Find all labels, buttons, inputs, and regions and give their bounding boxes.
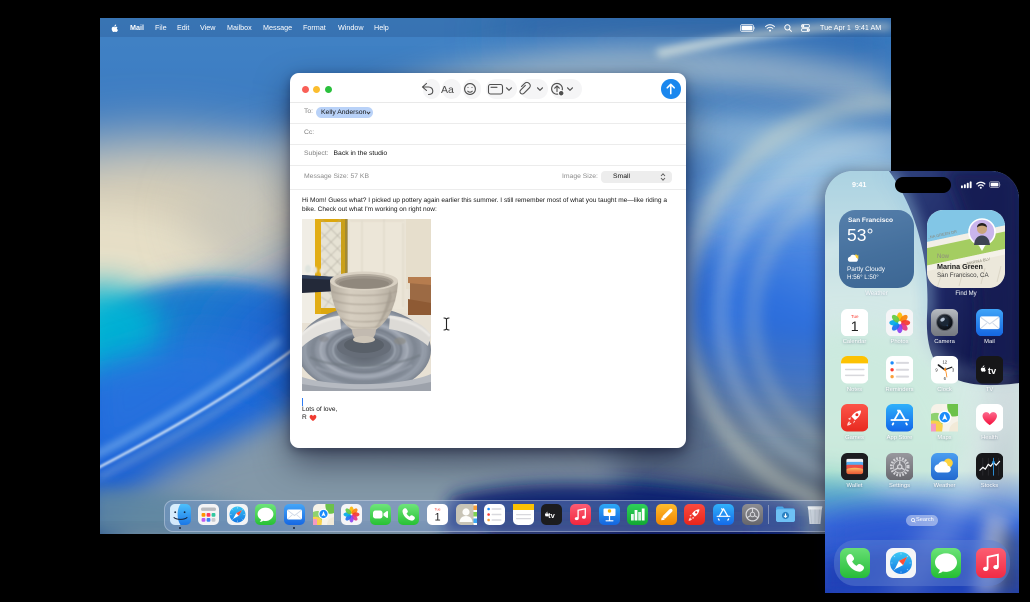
svg-text:12: 12 — [942, 360, 947, 365]
svg-text:Aa: Aa — [441, 84, 454, 96]
svg-text:1: 1 — [851, 319, 859, 335]
svg-text:1: 1 — [434, 511, 440, 523]
svg-text:tv: tv — [548, 511, 555, 520]
svg-text:Tue: Tue — [851, 313, 859, 318]
svg-text:tv: tv — [988, 366, 997, 376]
